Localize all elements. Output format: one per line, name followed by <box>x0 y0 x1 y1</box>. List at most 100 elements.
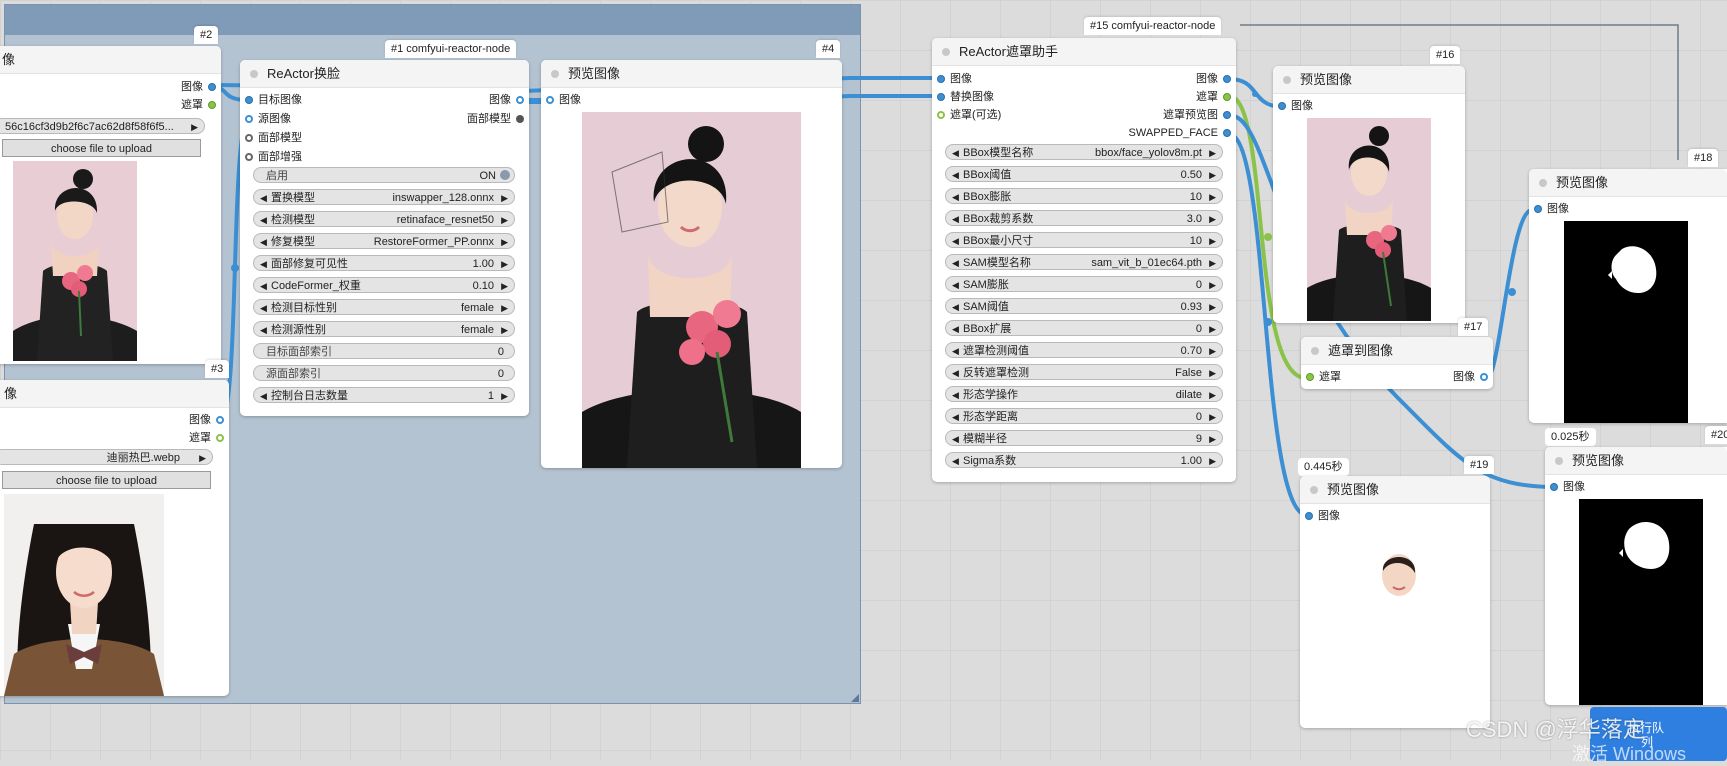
node-1-widget-detect-model[interactable]: ◀ 检测模型 retinaface_resnet50 ▶ <box>253 211 515 227</box>
node-18-header[interactable]: 预览图像 <box>1529 169 1727 197</box>
node-20-input-image[interactable]: 图像 <box>1547 480 1585 494</box>
slot-dot[interactable] <box>1306 373 1314 381</box>
wire-reroute-dot[interactable] <box>1252 91 1258 97</box>
node-15-widget-sigma-factor[interactable]: ◀ Sigma系数 1.00 ▶ <box>945 452 1223 468</box>
node-2-output-mask[interactable]: 遮罩 <box>181 98 219 112</box>
node-15-widget-morphology-distance[interactable]: ◀ 形态学距离 0 ▶ <box>945 408 1223 424</box>
arrow-left-icon[interactable]: ◀ <box>952 299 959 313</box>
node-15-widget-sam-dilation[interactable]: ◀ SAM膨胀 0 ▶ <box>945 276 1223 292</box>
node-15-reactor-mask-helper[interactable]: ReActor遮罩助手 图像 替换图像 遮罩(可选) 图像 遮罩 遮罩预览图 S… <box>932 38 1236 482</box>
slot-dot[interactable] <box>216 434 224 442</box>
node-17-output-image[interactable]: 图像 <box>1453 370 1491 384</box>
arrow-right-icon[interactable]: ▶ <box>501 278 508 292</box>
arrow-left-icon[interactable]: ◀ <box>952 145 959 159</box>
arrow-right-icon[interactable]: ▶ <box>1209 145 1216 159</box>
collapse-dot[interactable] <box>1310 485 1318 494</box>
arrow-left-icon[interactable]: ◀ <box>952 255 959 269</box>
node-1-header[interactable]: ReActor换脸 <box>240 60 529 88</box>
slot-dot[interactable] <box>1534 205 1542 213</box>
arrow-right-icon[interactable]: ▶ <box>501 212 508 226</box>
node-2-image-select[interactable]: 56c16cf3d9b2f6c7ac62d8f58f6f5... ▶ <box>0 118 205 134</box>
wire-reroute-dot[interactable] <box>1264 233 1272 241</box>
node-17-mask-to-image[interactable]: 遮罩到图像 遮罩 图像 <box>1301 337 1493 389</box>
node-15-widget-bbox-model[interactable]: ◀ BBox模型名称 bbox/face_yolov8m.pt ▶ <box>945 144 1223 160</box>
slot-dot[interactable] <box>1278 102 1286 110</box>
node-15-output-mask[interactable]: 遮罩 <box>1196 90 1234 104</box>
arrow-right-icon[interactable]: ▶ <box>501 300 508 314</box>
node-1-input-face-boost[interactable]: 面部增强 <box>242 150 302 164</box>
node-1-widget-console-log-level[interactable]: ◀ 控制台日志数量 1 ▶ <box>253 387 515 403</box>
node-19-preview-image[interactable]: 预览图像 图像 <box>1300 476 1490 728</box>
node-1-input-face-model[interactable]: 面部模型 <box>242 131 302 145</box>
node-17-header[interactable]: 遮罩到图像 <box>1301 337 1493 365</box>
arrow-left-icon[interactable]: ◀ <box>952 431 959 445</box>
node-18-preview-image[interactable]: 预览图像 图像 <box>1529 169 1727 423</box>
slot-dot[interactable] <box>245 153 253 161</box>
node-2-header[interactable]: 像 <box>0 46 221 74</box>
arrow-left-icon[interactable]: ◀ <box>260 300 267 314</box>
slot-dot[interactable] <box>1223 129 1231 137</box>
arrow-right-icon[interactable]: ▶ <box>1209 233 1216 247</box>
arrow-right-icon[interactable]: ▶ <box>1209 431 1216 445</box>
node-1-widget-source-face-index[interactable]: 源面部索引 0 <box>253 365 515 381</box>
node-2-upload-button[interactable]: choose file to upload <box>2 139 201 157</box>
arrow-left-icon[interactable]: ◀ <box>952 233 959 247</box>
arrow-right-icon[interactable]: ▶ <box>1209 365 1216 379</box>
arrow-right-icon[interactable]: ▶ <box>501 234 508 248</box>
arrow-left-icon[interactable]: ◀ <box>260 278 267 292</box>
slot-dot[interactable] <box>546 96 554 104</box>
toggle-knob[interactable] <box>500 170 510 180</box>
slot-dot[interactable] <box>245 134 253 142</box>
arrow-right-icon[interactable]: ▶ <box>1209 387 1216 401</box>
arrow-right-icon[interactable]: ▶ <box>1209 211 1216 225</box>
arrow-left-icon[interactable]: ◀ <box>952 453 959 467</box>
node-18-input-image[interactable]: 图像 <box>1531 202 1569 216</box>
slot-dot[interactable] <box>516 96 524 104</box>
arrow-right-icon[interactable]: ▶ <box>1209 189 1216 203</box>
arrow-right-icon[interactable]: ▶ <box>501 322 508 336</box>
node-15-output-mask-preview[interactable]: 遮罩预览图 <box>1163 108 1234 122</box>
workflow-canvas[interactable]: #2 像 图像 遮罩 56c16cf3d9b2f6c7ac62d8f58f6f5… <box>0 0 1727 764</box>
wire-reroute-dot[interactable] <box>1508 288 1516 296</box>
arrow-right-icon[interactable]: ▶ <box>501 388 508 402</box>
node-1-toggle-enable[interactable]: 启用 ON <box>253 167 515 183</box>
node-15-widget-sam-model[interactable]: ◀ SAM模型名称 sam_vit_b_01ec64.pth ▶ <box>945 254 1223 270</box>
arrow-right-icon[interactable]: ▶ <box>1209 409 1216 423</box>
collapse-dot[interactable] <box>250 69 258 78</box>
node-15-widget-invert-mask[interactable]: ◀ 反转遮罩检测 False ▶ <box>945 364 1223 380</box>
node-1-widget-target-face-index[interactable]: 目标面部索引 0 <box>253 343 515 359</box>
arrow-left-icon[interactable]: ◀ <box>952 321 959 335</box>
node-20-header[interactable]: 预览图像 <box>1545 447 1727 475</box>
arrow-right-icon[interactable]: ▶ <box>1209 299 1216 313</box>
node-1-widget-swap-model[interactable]: ◀ 置换模型 inswapper_128.onnx ▶ <box>253 189 515 205</box>
node-15-widget-bbox-expansion[interactable]: ◀ BBox扩展 0 ▶ <box>945 320 1223 336</box>
slot-dot[interactable] <box>208 101 216 109</box>
arrow-right-icon[interactable]: ▶ <box>191 119 198 133</box>
collapse-dot[interactable] <box>1539 178 1547 187</box>
node-1-widget-restore-visibility[interactable]: ◀ 面部修复可见性 1.00 ▶ <box>253 255 515 271</box>
slot-dot[interactable] <box>245 115 253 123</box>
arrow-left-icon[interactable]: ◀ <box>952 167 959 181</box>
node-15-input-swapped-image[interactable]: 替换图像 <box>934 90 994 104</box>
node-2-output-image[interactable]: 图像 <box>181 80 219 94</box>
node-16-preview-image[interactable]: 预览图像 图像 <box>1273 66 1465 323</box>
arrow-left-icon[interactable]: ◀ <box>952 211 959 225</box>
node-15-widget-bbox-crop-factor[interactable]: ◀ BBox裁剪系数 3.0 ▶ <box>945 210 1223 226</box>
arrow-right-icon[interactable]: ▶ <box>1209 321 1216 335</box>
arrow-right-icon[interactable]: ▶ <box>1209 255 1216 269</box>
arrow-right-icon[interactable]: ▶ <box>199 450 206 464</box>
collapse-dot[interactable] <box>1555 456 1563 465</box>
arrow-left-icon[interactable]: ◀ <box>952 409 959 423</box>
arrow-right-icon[interactable]: ▶ <box>501 256 508 270</box>
slot-dot[interactable] <box>216 416 224 424</box>
arrow-right-icon[interactable]: ▶ <box>1209 277 1216 291</box>
collapse-dot[interactable] <box>1311 346 1319 355</box>
node-15-output-swapped-face[interactable]: SWAPPED_FACE <box>1129 126 1234 140</box>
wire-reroute-dot[interactable] <box>231 264 239 272</box>
node-15-widget-morphology-op[interactable]: ◀ 形态学操作 dilate ▶ <box>945 386 1223 402</box>
node-3-upload-button[interactable]: choose file to upload <box>2 471 211 489</box>
arrow-right-icon[interactable]: ▶ <box>1209 343 1216 357</box>
collapse-dot[interactable] <box>942 47 950 56</box>
node-3-output-mask[interactable]: 遮罩 <box>189 431 227 445</box>
arrow-right-icon[interactable]: ▶ <box>1209 453 1216 467</box>
